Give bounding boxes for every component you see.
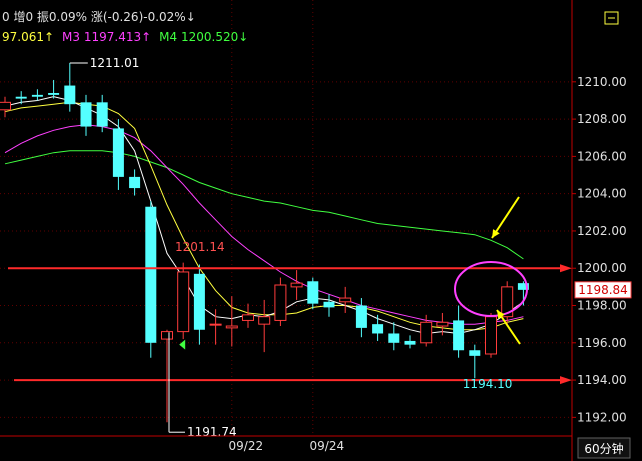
moving-average-lines — [4, 96, 524, 335]
high-price-label: 1211.01 — [90, 56, 140, 70]
low-price-label: 1191.74 — [187, 425, 237, 439]
candle-body-down — [15, 96, 27, 99]
candle-body-down — [388, 333, 400, 343]
price-grid — [0, 0, 572, 436]
candle-body-up — [225, 325, 238, 329]
candle-body-up — [242, 314, 254, 321]
mid-price-label: 1201.14 — [175, 240, 225, 254]
candle-body-down — [404, 340, 416, 345]
price-tick-label: 1198.00 — [577, 299, 627, 313]
candle-body-up — [0, 101, 11, 111]
price-tick-label: 1204.00 — [577, 187, 627, 201]
candle-body-down — [355, 305, 367, 328]
signal-marker — [179, 339, 186, 350]
candle-body-down — [372, 324, 384, 334]
candle-body-down — [112, 128, 124, 177]
line-arrowhead — [560, 264, 572, 273]
header-stats-line: 0 增0 振0.09% 涨(-0.26)-0.02%↓ — [2, 9, 196, 24]
candle-body-down — [31, 94, 43, 97]
candle-body-up — [485, 316, 497, 355]
candle-body-up — [274, 284, 287, 321]
price-tick-label: 1196.00 — [577, 336, 627, 350]
ma3-line — [4, 124, 524, 325]
candle-body-down — [80, 102, 92, 127]
period-button-label: 60分钟 — [584, 441, 623, 456]
candle-body-up — [420, 321, 433, 344]
candle-body-up — [177, 271, 190, 333]
line-arrowhead — [560, 376, 572, 385]
ma1-line — [4, 96, 524, 335]
price-tick-label: 1194.00 — [577, 373, 627, 387]
candle-body-down — [193, 273, 205, 330]
time-tick-label: 09/22 — [229, 439, 264, 453]
candle-body-up — [258, 316, 271, 325]
time-tick-label: 09/24 — [310, 439, 345, 453]
header-ma-value: M3 1197.413↑ — [62, 30, 151, 44]
candle-body-down — [307, 281, 319, 304]
candle-body-up — [290, 282, 303, 288]
header-ma-value: 97.061↑ — [2, 30, 54, 44]
candle-body-up — [161, 331, 173, 340]
candle-body-down — [469, 350, 481, 356]
candle-body-down — [129, 176, 141, 189]
price-tick-label: 1208.00 — [577, 112, 627, 126]
candle-body-up — [339, 297, 352, 303]
candle-body-down — [145, 206, 157, 343]
candlestick-chart[interactable]: 1211.01 1191.74 1201.14 1194.10 1198.84 1192… — [0, 0, 642, 461]
highlight-circle — [454, 261, 528, 317]
header-ma-line: 97.061↑ M3 1197.413↑ M4 1200.520↓ — [2, 30, 248, 44]
ma2-line — [4, 101, 524, 331]
secondary-low-label: 1194.10 — [463, 377, 513, 391]
candle-body-down — [453, 320, 465, 351]
candle-body-down — [96, 102, 108, 127]
price-tick-label: 1202.00 — [577, 224, 627, 238]
price-tick-label: 1210.00 — [577, 75, 627, 89]
price-tick-label: 1206.00 — [577, 149, 627, 163]
candle-body-down — [323, 301, 335, 308]
candles — [0, 62, 529, 423]
current-price-label: 1198.84 — [578, 283, 628, 297]
candle-body-down — [48, 93, 60, 95]
candle-body-up — [209, 323, 222, 326]
price-tick-label: 1200.00 — [577, 261, 627, 275]
price-tick-label: 1192.00 — [577, 410, 627, 424]
candle-body-down — [64, 85, 76, 105]
ma4-line — [4, 150, 524, 260]
header-ma-value: M4 1200.520↓ — [159, 30, 248, 44]
candle-body-up — [436, 321, 449, 327]
